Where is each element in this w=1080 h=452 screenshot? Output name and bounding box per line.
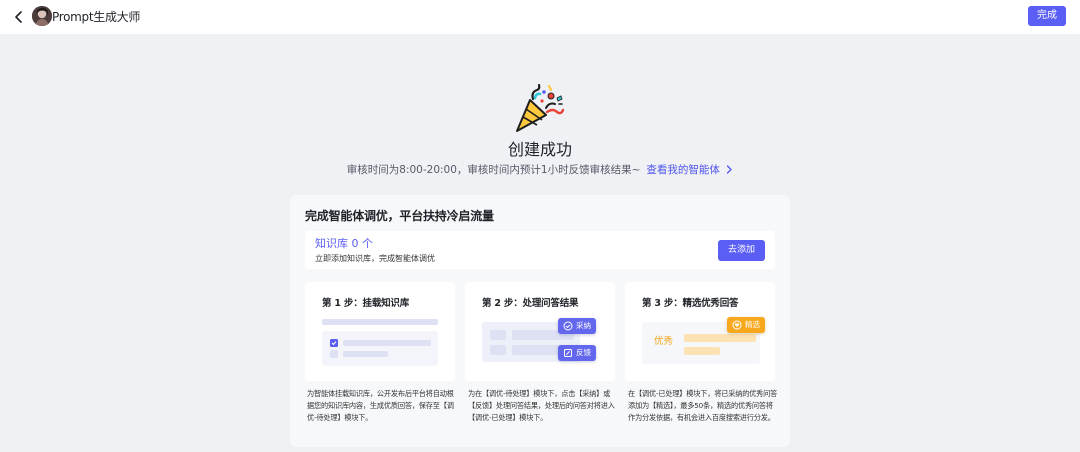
featured-label: 精选: [745, 320, 760, 329]
view-my-agents-label: 查看我的智能体: [646, 164, 720, 176]
step-1-illustration-box: [322, 331, 438, 366]
success-title: 创建成功: [507, 140, 572, 159]
back-button[interactable]: [11, 9, 27, 25]
check-circle-icon: [563, 321, 573, 331]
step-3-card: 第 3 步：精选优秀回答 优秀 精选: [625, 282, 775, 381]
knowledge-base-desc: 立即添加知识库，完成智能体调优: [315, 254, 435, 263]
adopt-chip: 采纳: [558, 318, 596, 334]
panel-title: 完成智能体调优，平台扶持冷启流量: [305, 209, 494, 223]
chevron-left-icon: [15, 11, 22, 23]
feedback-label: 反馈: [576, 348, 591, 357]
featured-chip: 精选: [727, 317, 765, 333]
good-answer-label: 优秀: [654, 336, 674, 347]
add-knowledge-base-button[interactable]: 去添加: [718, 240, 765, 261]
review-time-text: 审核时间为8:00-20:00，审核时间内预计1小时反馈审核结果~: [346, 164, 641, 176]
review-info: 审核时间为8:00-20:00，审核时间内预计1小时反馈审核结果~ 查看我的智能体: [0, 162, 1080, 178]
step-1-title: 第 1 步：挂载知识库: [322, 298, 410, 309]
done-button[interactable]: 完成: [1028, 6, 1066, 26]
step-1-illustration-bar: [322, 319, 438, 325]
edit-note-icon: [564, 349, 572, 357]
checkbox-icon: [330, 350, 338, 358]
checkbox-checked-icon: [330, 339, 338, 347]
party-popper-icon: [516, 84, 565, 132]
knowledge-base-card: 知识库 0 个 立即添加知识库，完成智能体调优 去添加: [305, 231, 775, 269]
adopt-label: 采纳: [576, 321, 591, 330]
view-my-agents-link[interactable]: 查看我的智能体: [646, 164, 733, 176]
step-3-title: 第 3 步：精选优秀回答: [642, 298, 739, 309]
feedback-chip: 反馈: [558, 345, 596, 361]
step-1-desc: 为智能体挂载知识库，公开发布后平台将自动根据您的知识库内容，生成优质回答，保存至…: [307, 389, 454, 422]
step-2-title: 第 2 步：处理问答结果: [482, 298, 579, 309]
step-2-card: 第 2 步：处理问答结果 采纳 反馈: [465, 282, 615, 381]
step-1-card: 第 1 步：挂载知识库: [305, 282, 455, 381]
heart-icon: [732, 320, 742, 330]
step-2-desc: 为在【调优-待处理】模块下，点击【采纳】或【反馈】处理问答结果，处理后的问答对将…: [468, 389, 615, 422]
avatar[interactable]: [32, 6, 52, 26]
chevron-right-icon: [727, 164, 732, 174]
app-title: Prompt生成大师: [52, 10, 141, 24]
top-bar: Prompt生成大师 完成: [0, 0, 1080, 34]
step-3-desc: 在【调优-已处理】模块下，将已采纳的优秀问答添加为【精选】，最多50条，精选的优…: [628, 389, 778, 422]
tuning-panel: 完成智能体调优，平台扶持冷启流量 知识库 0 个 立即添加知识库，完成智能体调优…: [290, 195, 790, 447]
knowledge-base-count: 知识库 0 个: [315, 237, 373, 250]
